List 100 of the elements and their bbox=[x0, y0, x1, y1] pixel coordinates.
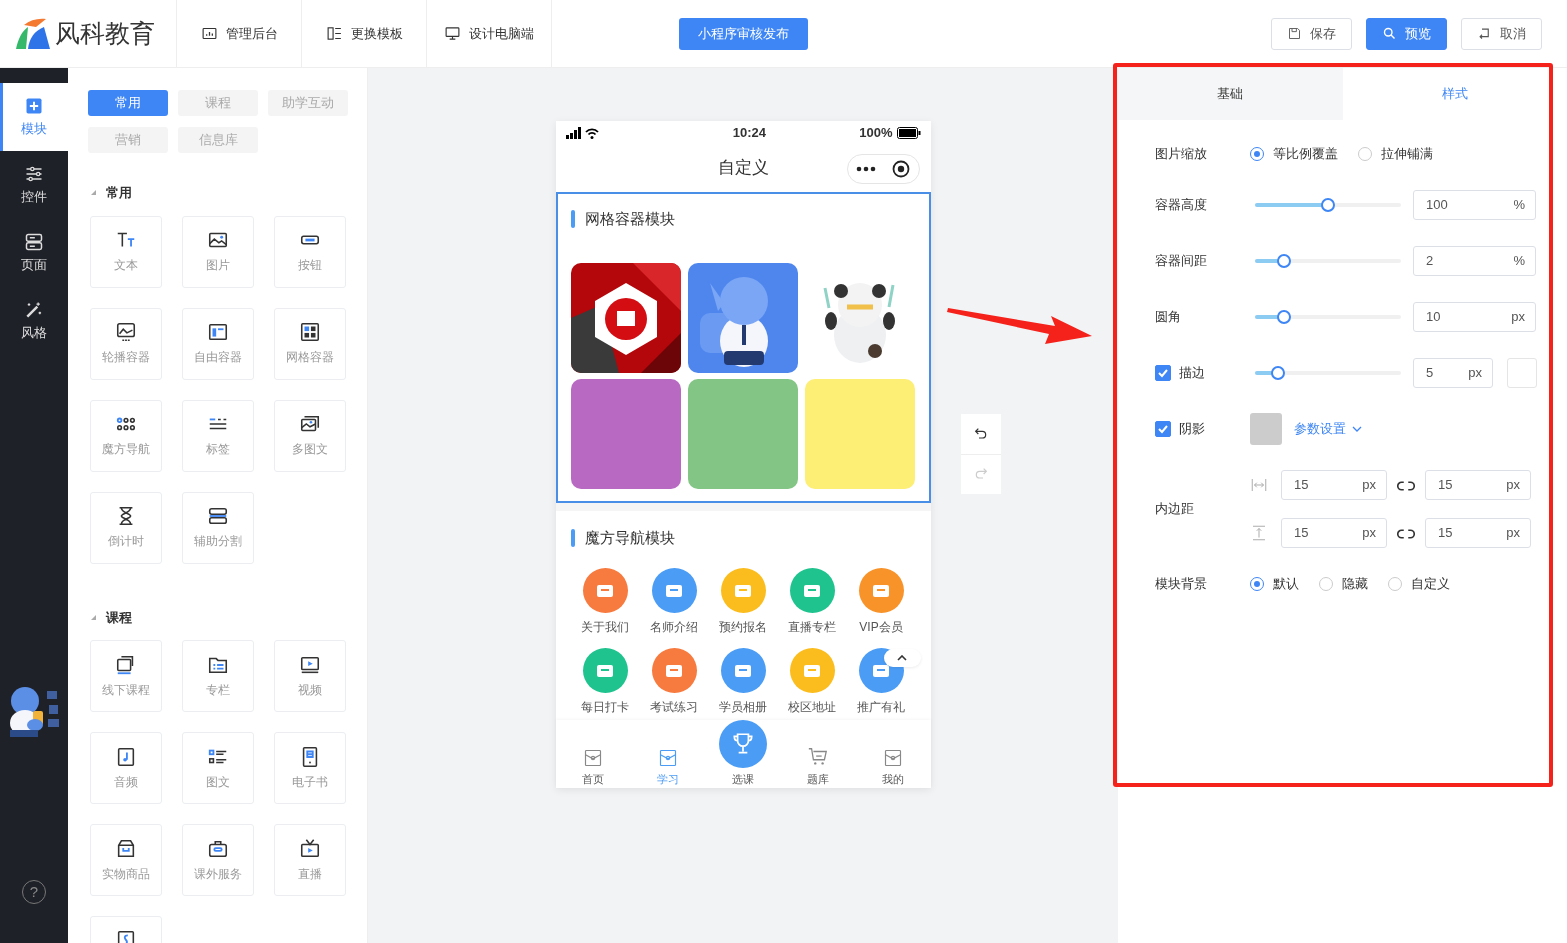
radio-label[interactable]: 隐藏 bbox=[1342, 574, 1368, 594]
category-tab[interactable]: 常用 bbox=[88, 90, 168, 116]
settings-link[interactable]: 参数设置 bbox=[1294, 419, 1362, 439]
number-field[interactable]: 15 px bbox=[1281, 470, 1387, 500]
slider-thumb[interactable] bbox=[1321, 198, 1335, 212]
layout-icon bbox=[207, 321, 229, 343]
number-field[interactable]: 15 px bbox=[1425, 470, 1531, 500]
card-icon bbox=[583, 748, 603, 768]
publish-button[interactable]: 小程序审核发布 bbox=[679, 17, 808, 50]
title-bar-icon bbox=[570, 210, 575, 229]
more-icon[interactable] bbox=[855, 166, 876, 173]
nav-link[interactable]: 管理后台 bbox=[177, 0, 302, 68]
slider[interactable] bbox=[1255, 254, 1401, 268]
title-bar-icon bbox=[570, 528, 575, 547]
number-field[interactable]: 10 px bbox=[1413, 302, 1536, 332]
slider-thumb[interactable] bbox=[1271, 366, 1286, 380]
checkbox[interactable] bbox=[1155, 365, 1171, 381]
nav-label[interactable]: 名师介绍 bbox=[650, 618, 698, 636]
nav-label[interactable]: 推广有礼 bbox=[857, 698, 905, 716]
nav-label[interactable]: 每日打卡 bbox=[581, 698, 629, 716]
slider[interactable] bbox=[1255, 198, 1401, 212]
cancel-button[interactable]: 取消 bbox=[1461, 17, 1542, 50]
radio-button[interactable] bbox=[1250, 577, 1264, 591]
number-field[interactable]: 15 px bbox=[1425, 518, 1531, 548]
nav-label[interactable]: 关于我们 bbox=[581, 618, 629, 636]
sidebar-item[interactable]: 模块 bbox=[0, 83, 68, 151]
box-icon bbox=[115, 837, 137, 860]
tab-item[interactable]: 我的 bbox=[855, 748, 931, 788]
preview-button[interactable]: 预览 bbox=[1366, 17, 1447, 50]
radio-button[interactable] bbox=[1250, 146, 1264, 161]
round-icon[interactable] bbox=[789, 568, 835, 613]
collapse-button[interactable] bbox=[883, 649, 921, 667]
radio-button[interactable] bbox=[1319, 577, 1333, 591]
number-field[interactable]: 15 px bbox=[1281, 518, 1387, 548]
field-label: 阴影 bbox=[1179, 420, 1205, 439]
field-label: 图片缩放 bbox=[1155, 144, 1207, 163]
card-icon bbox=[883, 748, 903, 768]
radio-button[interactable] bbox=[1388, 577, 1402, 591]
section-title: 常用 bbox=[106, 184, 132, 202]
tab-item[interactable]: 选课 bbox=[705, 720, 781, 788]
nav-label[interactable]: 考试练习 bbox=[650, 698, 698, 716]
slider-thumb[interactable] bbox=[1277, 310, 1292, 324]
round-icon[interactable] bbox=[651, 568, 697, 613]
checkbox[interactable] bbox=[1155, 421, 1171, 437]
tv-icon bbox=[299, 837, 321, 860]
cart-icon bbox=[807, 746, 829, 768]
number-field[interactable]: 2 % bbox=[1413, 246, 1536, 276]
color-swatch[interactable] bbox=[1250, 413, 1282, 445]
collapse-icon[interactable] bbox=[91, 614, 96, 620]
chart-icon bbox=[200, 25, 218, 42]
settings-tab[interactable]: 基础 bbox=[1118, 68, 1343, 120]
battery-icon bbox=[896, 126, 921, 139]
round-icon[interactable] bbox=[858, 568, 904, 613]
card-icon bbox=[658, 748, 678, 768]
round-icon[interactable] bbox=[582, 648, 628, 693]
monitor-icon bbox=[444, 25, 461, 42]
nav-label[interactable]: 预约报名 bbox=[719, 618, 767, 636]
nav-link[interactable]: 设计电脑端 bbox=[427, 0, 552, 68]
round-icon[interactable] bbox=[651, 648, 697, 693]
nav-module[interactable]: 魔方导航模块 关于我们 名师介绍 预约报名 直播专栏 VIP会员 每日打卡 考试练习 学员相册 校区地址 推广有礼 bbox=[555, 510, 931, 720]
nav-label[interactable]: VIP会员 bbox=[859, 618, 903, 636]
sidebar-item[interactable]: 风格 bbox=[0, 287, 68, 355]
radio-button[interactable] bbox=[1358, 146, 1372, 161]
slider-thumb[interactable] bbox=[1277, 254, 1292, 268]
nav-label[interactable]: 校区地址 bbox=[788, 698, 836, 716]
brand-name: 风科教育 bbox=[55, 17, 155, 49]
signal-icon bbox=[565, 126, 600, 139]
nav-label[interactable]: 直播专栏 bbox=[788, 618, 836, 636]
tab-item[interactable]: 首页 bbox=[555, 748, 631, 788]
color-swatch[interactable] bbox=[1507, 358, 1537, 388]
nav-label[interactable]: 学员相册 bbox=[719, 698, 767, 716]
grid-module[interactable]: 网格容器模块 bbox=[555, 192, 931, 503]
section-title: 课程 bbox=[106, 608, 132, 627]
field-label: 容器高度 bbox=[1155, 196, 1207, 215]
width-icon bbox=[1250, 476, 1268, 494]
grid-icon bbox=[299, 321, 321, 343]
number-field[interactable]: 100 % bbox=[1413, 190, 1536, 220]
slider[interactable] bbox=[1255, 310, 1401, 324]
slider[interactable] bbox=[1255, 366, 1401, 380]
radio-label[interactable]: 自定义 bbox=[1411, 574, 1450, 594]
sidebar-item[interactable]: 页面 bbox=[0, 219, 68, 287]
radio-label[interactable]: 等比例覆盖 bbox=[1273, 143, 1338, 164]
module-title: 魔方导航模块 bbox=[584, 527, 675, 548]
round-icon[interactable] bbox=[582, 568, 628, 613]
tab-item[interactable]: 题库 bbox=[780, 746, 856, 788]
round-icon[interactable] bbox=[720, 648, 766, 693]
round-icon[interactable] bbox=[720, 568, 766, 613]
radio-label[interactable]: 默认 bbox=[1273, 574, 1299, 594]
number-field[interactable]: 5 px bbox=[1413, 358, 1493, 388]
round-icon[interactable] bbox=[789, 648, 835, 693]
nav-link[interactable]: 更换模板 bbox=[302, 0, 427, 68]
radio-label[interactable]: 拉伸铺满 bbox=[1381, 143, 1433, 164]
save-icon bbox=[1287, 26, 1302, 41]
close-icon[interactable] bbox=[892, 160, 911, 179]
save-button[interactable]: 保存 bbox=[1271, 17, 1352, 50]
search-icon bbox=[1382, 26, 1397, 41]
slideshow-icon bbox=[115, 321, 137, 343]
collapse-icon[interactable] bbox=[91, 190, 96, 196]
field-label: 模块背景 bbox=[1155, 575, 1207, 594]
sidebar-item[interactable]: 控件 bbox=[0, 151, 68, 219]
